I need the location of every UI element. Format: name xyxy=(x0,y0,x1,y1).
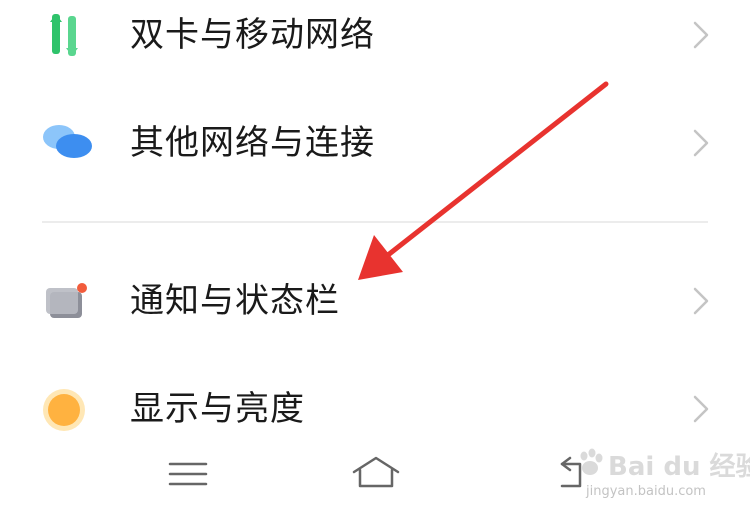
back-icon[interactable] xyxy=(550,452,606,496)
chevron-right-icon xyxy=(693,287,709,315)
brightness-icon xyxy=(43,389,85,431)
chevron-right-icon xyxy=(693,21,709,49)
settings-item-notifications[interactable]: 通知与状态栏 xyxy=(0,256,750,346)
dual-sim-icon xyxy=(50,14,78,56)
settings-item-label: 其他网络与连接 xyxy=(130,123,375,163)
notification-icon xyxy=(46,283,87,318)
chevron-right-icon xyxy=(693,395,709,423)
chevron-right-icon xyxy=(693,129,709,157)
section-divider xyxy=(42,221,708,223)
network-connection-icon xyxy=(43,125,92,158)
home-icon[interactable] xyxy=(348,452,404,496)
settings-item-label: 通知与状态栏 xyxy=(130,281,340,321)
menu-icon[interactable] xyxy=(160,452,216,496)
navigation-bar xyxy=(0,440,750,514)
settings-item-label: 显示与亮度 xyxy=(130,389,305,429)
settings-item-label: 双卡与移动网络 xyxy=(130,15,375,55)
settings-item-dual-sim[interactable]: 双卡与移动网络 xyxy=(0,0,750,80)
settings-screen: 双卡与移动网络 其他网络与连接 通知与状态栏 显示与亮度 Bai du 经验 j… xyxy=(0,0,750,514)
settings-item-other-networks[interactable]: 其他网络与连接 xyxy=(0,98,750,188)
